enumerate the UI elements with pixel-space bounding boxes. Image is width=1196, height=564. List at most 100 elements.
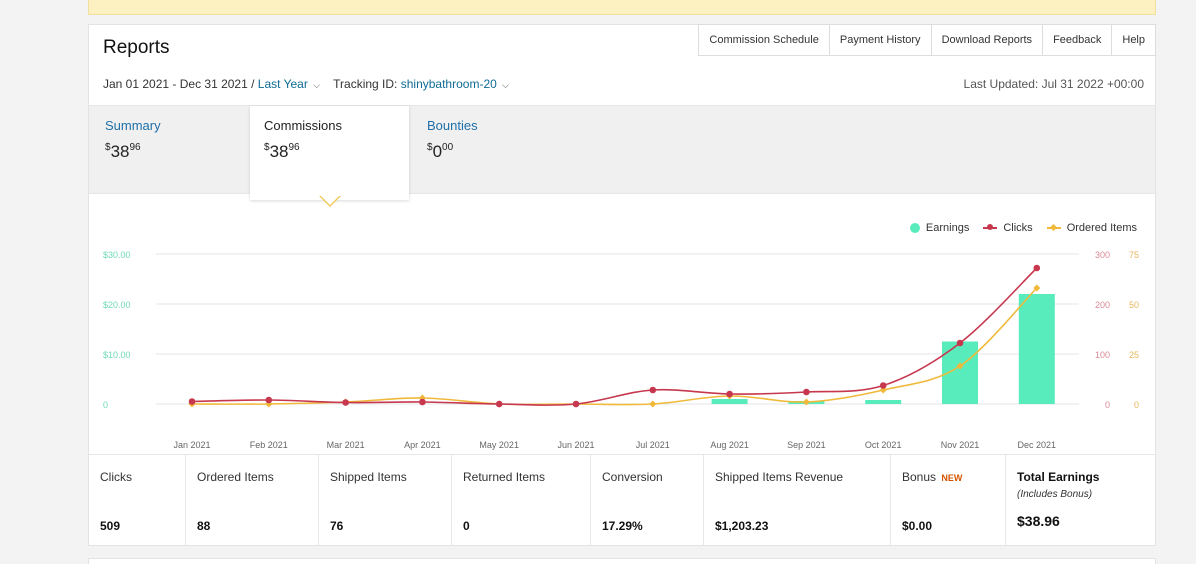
x-axis-tick: Jul 2021 [636,440,670,450]
stat-conversion-label: Conversion [602,470,663,484]
earnings-bar [1018,294,1055,404]
notice-banner [88,0,1156,15]
help-link[interactable]: Help [1112,24,1156,56]
tab-summary-amount: $3896 [105,142,141,161]
stat-total-earnings: Total Earnings (Includes Bonus) $38.96 [1006,455,1155,546]
tab-commissions-label: Commissions [264,118,343,133]
last-updated: Last Updated: Jul 31 2022 +00:00 [963,77,1144,91]
stat-total-earnings-label: Total Earnings [1017,470,1100,484]
y-axis-right-clicks-tick: 100 [1095,350,1110,360]
ordered-items-line [191,287,1038,406]
y-axis-left-tick: $10.00 [103,350,131,360]
download-reports-link[interactable]: Download Reports [931,24,1044,56]
stat-ordered-items-value: 88 [197,519,211,533]
stat-total-earnings-value: $38.96 [1017,513,1060,529]
tracking-id: shinybathroom-20 [400,77,497,91]
y-axis-right-items-tick: 50 [1129,300,1139,310]
commission-schedule-link[interactable]: Commission Schedule [698,24,830,56]
page-title: Reports [103,37,170,58]
chevron-down-icon: ⌵ [313,80,321,90]
stat-shipped-revenue: Shipped Items Revenue $1,203.23 [704,455,891,546]
y-axis-left-tick: 0 [103,400,108,410]
clicks-point [1033,264,1041,272]
stat-shipped-revenue-label: Shipped Items Revenue [715,470,844,484]
stat-shipped-items-value: 76 [330,519,344,533]
ordered-items-point [649,400,657,408]
stat-shipped-revenue-value: $1,203.23 [715,519,769,533]
clicks-point [342,399,349,406]
active-tab-pointer [319,195,341,207]
clicks-point [572,400,580,408]
next-card [88,558,1156,564]
y-axis-right-clicks-tick: 0 [1105,400,1110,410]
stat-conversion: Conversion 17.29% [591,455,704,546]
x-axis-tick: Sep 2021 [787,440,826,450]
stat-returned-items-label: Returned Items [463,470,546,484]
stat-total-earnings-note: (Includes Bonus) [1017,489,1093,500]
stat-returned-items-value: 0 [463,519,470,533]
stat-bonus: Bonus NEW $0.00 [891,455,1006,546]
feedback-link[interactable]: Feedback [1043,24,1113,56]
stat-ordered-items-label: Ordered Items [197,470,274,484]
tab-commissions-amount: $3896 [264,142,300,161]
stat-ordered-items: Ordered Items 88 [186,455,319,546]
stat-returned-items: Returned Items 0 [452,455,591,546]
y-axis-right-items-tick: 25 [1129,350,1139,360]
y-axis-right-clicks-tick: 200 [1095,300,1110,310]
period-label: Last Year [257,77,308,91]
tracking-id-dropdown[interactable]: shinybathroom-20 ⌵ [401,77,509,91]
stat-shipped-items-label: Shipped Items [330,470,407,484]
y-axis-left-tick: $20.00 [103,300,131,310]
tab-bounties-amount: $000 [427,142,454,161]
stat-conversion-value: 17.29% [602,519,643,533]
x-axis-tick: Jan 2021 [173,440,210,450]
clicks-point [726,390,733,398]
x-axis-tick: Oct 2021 [865,440,902,450]
earnings-chart: $30.00 $20.00 $10.00 0 300 200 100 0 75 50 25 0 Jan … [103,250,1139,450]
stat-bonus-value: $0.00 [902,519,933,533]
x-axis-tick: Apr 2021 [404,440,441,450]
earnings-bar [711,399,748,404]
x-axis-tick: Feb 2021 [250,440,288,450]
earnings-bar [865,400,902,404]
clicks-point [649,386,657,394]
x-axis-tick: May 2021 [479,440,519,450]
clicks-point [419,398,426,406]
y-axis-left-tick: $30.00 [103,250,131,260]
tab-summary[interactable]: Summary $3896 [91,106,241,195]
tracking-label: Tracking ID: [333,77,398,91]
x-axis-tick: Aug 2021 [710,440,749,450]
x-axis-tick: Dec 2021 [1018,440,1057,450]
clicks-point [879,382,887,389]
stats-row: Clicks 509 Ordered Items 88 Shipped Item… [89,454,1155,546]
report-filters: Jan 01 2021 - Dec 31 2021 / Last Year ⌵ … [103,77,509,91]
y-axis-right-clicks-tick: 300 [1095,250,1110,260]
payment-history-link[interactable]: Payment History [829,24,932,56]
tab-commissions[interactable]: Commissions $3896 [250,106,409,200]
stat-shipped-items: Shipped Items 76 [319,455,452,546]
clicks-point [495,400,503,408]
tab-summary-label: Summary [105,118,161,133]
new-badge: NEW [941,473,963,483]
clicks-point [803,388,810,396]
reports-card: Reports Commission Schedule Payment Hist… [88,24,1156,546]
stat-bonus-label: Bonus NEW [902,470,963,484]
x-axis-tick: Jun 2021 [557,440,594,450]
clicks-point [956,339,964,347]
chevron-down-icon: ⌵ [502,80,509,90]
report-tabs: Summary $3896 Commissions $3896 Bounties… [89,105,1155,200]
tab-bounties-label: Bounties [427,118,478,133]
top-links: Commission Schedule Payment History Down… [698,24,1156,56]
date-range: Jan 01 2021 - Dec 31 2021 / [103,77,255,91]
stat-clicks-value: 509 [100,519,121,533]
y-axis-right-items-tick: 0 [1134,400,1139,410]
x-axis-tick: Nov 2021 [941,440,980,450]
y-axis-right-items-tick: 75 [1129,250,1139,260]
clicks-point [188,398,196,405]
x-axis-tick: Mar 2021 [327,440,365,450]
clicks-point [265,396,273,404]
period-dropdown[interactable]: Last Year ⌵ [258,77,320,91]
tab-bounties[interactable]: Bounties $000 [413,106,563,195]
stat-clicks: Clicks 509 [89,455,186,546]
stat-clicks-label: Clicks [100,470,132,484]
